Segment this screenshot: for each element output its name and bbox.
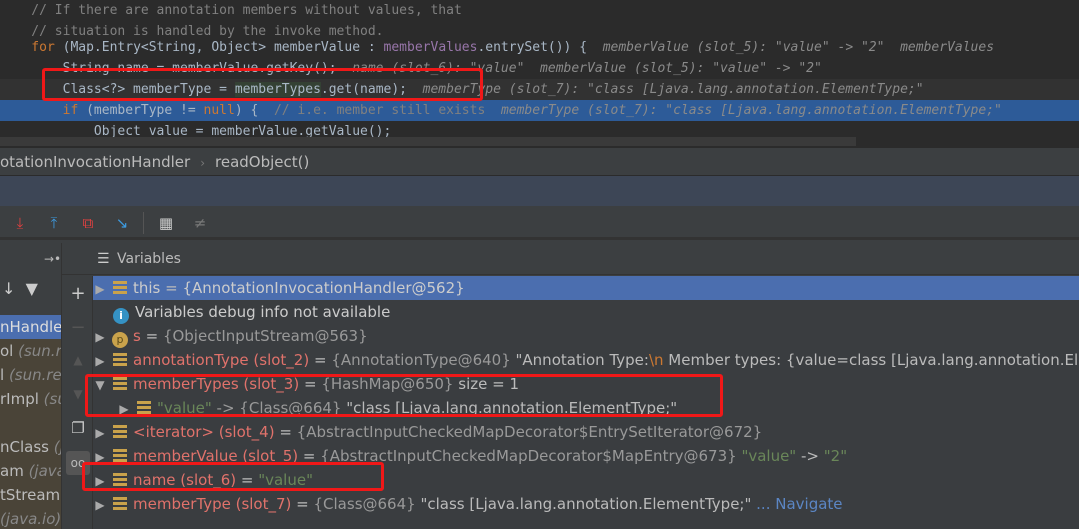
frames-toolbar: ↓ ▼ xyxy=(0,277,61,301)
expand-arrow-icon[interactable]: ▶ xyxy=(93,493,107,517)
copy-icon[interactable]: ❐ xyxy=(66,416,90,440)
frame-item[interactable]: (java.io) xyxy=(0,507,61,529)
variable-row[interactable]: ▶ name (slot_6) = "value" xyxy=(93,468,1079,492)
expand-arrow-icon[interactable]: ▶ xyxy=(93,421,107,445)
field-icon xyxy=(113,497,127,511)
filter-icon[interactable]: ▼ xyxy=(26,279,38,298)
variable-row[interactable]: ▼ memberTypes (slot_3) = {HashMap@650} si… xyxy=(93,372,1079,396)
collapse-arrow-icon[interactable]: ▼ xyxy=(93,373,107,397)
breadcrumb-item-class[interactable]: otationInvocationHandler xyxy=(0,148,190,176)
remove-watch-icon[interactable]: − xyxy=(66,316,90,340)
variable-row[interactable]: ▶ <iterator> (slot_4) = {AbstractInputChe… xyxy=(93,420,1079,444)
debug-toolbar: ⤓ ⤒ ⧉ ↘ ▦ ≠ xyxy=(0,206,1079,240)
expand-arrow-icon[interactable]: ▶ xyxy=(93,325,107,349)
list-icon: ☰ xyxy=(97,251,110,267)
variables-side-toolbar: + − ▲ ▼ ❐ oo xyxy=(62,276,93,529)
code-line-current: Class<?> memberType = memberTypes.get(na… xyxy=(0,79,1079,100)
step-out-icon[interactable]: ⤒ xyxy=(44,213,64,233)
frame-item[interactable]: nHandler xyxy=(0,315,61,339)
frame-item[interactable]: rImpl (su xyxy=(0,387,61,411)
field-icon xyxy=(113,425,127,439)
code-line-execution-point: if (memberType != null) { // i.e. member… xyxy=(0,100,1079,121)
inline-debug-value: name (slot_6): "value" memberValue (slot… xyxy=(352,61,822,76)
drop-frame-icon[interactable]: ⧉ xyxy=(78,213,98,233)
variable-row-info: i Variables debug info not available xyxy=(93,300,1079,324)
frame-item[interactable]: l (sun.re xyxy=(0,363,61,387)
inline-debug-value: memberType (slot_7): "class [Ljava.lang.… xyxy=(407,82,924,97)
debug-tool-window-header xyxy=(0,176,1079,206)
field-icon xyxy=(113,473,127,487)
field-icon xyxy=(137,401,151,415)
parameter-icon: p xyxy=(112,332,128,348)
field-icon xyxy=(113,377,127,391)
restore-layout-icon[interactable]: →• xyxy=(44,245,61,273)
expand-arrow-icon[interactable]: ▶ xyxy=(93,277,107,301)
variable-row[interactable]: ▶ memberType (slot_7) = {Class@664} "clas… xyxy=(93,492,1079,516)
inline-debug-value: memberValue (slot_5): "value" -> "2" mem… xyxy=(602,40,995,55)
horizontal-scrollbar[interactable] xyxy=(0,137,856,146)
variables-header: →• ☰ Variables xyxy=(44,245,1079,275)
code-line: // If there are annotation members witho… xyxy=(0,3,462,18)
frame-item[interactable] xyxy=(0,411,61,435)
navigate-link[interactable]: ... Navigate xyxy=(751,495,842,513)
frame-item[interactable]: am (java.i xyxy=(0,459,61,483)
frame-item[interactable]: ol (sun.re xyxy=(0,339,61,363)
variables-title: Variables xyxy=(117,251,181,267)
run-to-cursor-icon[interactable]: ↘ xyxy=(112,213,132,233)
field-icon xyxy=(113,281,127,295)
variable-row[interactable]: ▶ this = {AnnotationInvocationHandler@562… xyxy=(93,276,1079,300)
breadcrumb-item-method[interactable]: readObject() xyxy=(215,148,309,176)
move-up-icon[interactable]: ▲ xyxy=(66,348,90,372)
code-line: for (Map.Entry<String, Object> memberVal… xyxy=(0,40,995,55)
move-down-icon[interactable]: ▼ xyxy=(66,382,90,406)
variable-row-child[interactable]: ▶ "value" -> {Class@664} "class [Ljava.la… xyxy=(93,396,1079,420)
variable-row[interactable]: ▶ annotationType (slot_2) = {AnnotationTy… xyxy=(93,348,1079,372)
add-watch-icon[interactable]: + xyxy=(66,282,90,306)
expand-arrow-icon[interactable]: ▶ xyxy=(93,349,107,373)
info-icon: i xyxy=(113,308,129,324)
code-editor[interactable]: // If there are annotation members witho… xyxy=(0,0,1079,148)
variables-tree: ▶ this = {AnnotationInvocationHandler@562… xyxy=(93,276,1079,529)
step-into-icon[interactable]: ⤓ xyxy=(10,213,30,233)
inline-debug-value: memberType (slot_7): "class [Ljava.lang.… xyxy=(500,103,1002,118)
evaluate-expression-icon[interactable]: ▦ xyxy=(156,213,176,233)
frame-item[interactable]: nClass (ja xyxy=(0,435,61,459)
variable-row[interactable]: ▶ p s = {ObjectInputStream@563} xyxy=(93,324,1079,348)
breadcrumb: otationInvocationHandler › readObject() xyxy=(0,148,1079,176)
expand-arrow-icon[interactable]: ▶ xyxy=(117,397,131,421)
down-arrow-icon[interactable]: ↓ xyxy=(2,279,15,298)
code-line: String name = memberValue.getKey(); name… xyxy=(0,61,822,76)
trace-icon[interactable]: ≠ xyxy=(190,213,210,233)
show-watches-icon[interactable]: oo xyxy=(66,451,90,475)
field-icon xyxy=(113,353,127,367)
frames-panel: ↓ ▼ nHandler ol (sun.re l (sun.re rImpl … xyxy=(0,243,62,529)
frame-item[interactable]: tStream ( xyxy=(0,483,61,507)
variable-row[interactable]: ▶ memberValue (slot_5) = {AbstractInputCh… xyxy=(93,444,1079,468)
field-icon xyxy=(113,449,127,463)
expand-arrow-icon[interactable]: ▶ xyxy=(93,445,107,469)
expand-arrow-icon[interactable]: ▶ xyxy=(93,469,107,493)
